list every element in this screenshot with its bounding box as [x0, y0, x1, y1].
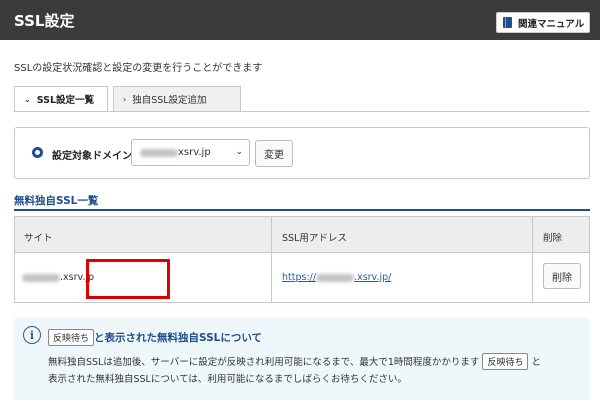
info-text: 無料独自SSLは追加後、サーバーに設定が反映され利用可能になるまで、最大で1時間… [48, 357, 480, 368]
info-text: と [531, 357, 542, 368]
redacted-text [140, 148, 178, 157]
column-header-site: サイト [24, 233, 53, 244]
page-description: SSLの設定状況確認と設定の変更を行うことができます [14, 63, 263, 74]
info-title-text: と表示された無料独自SSLについて [94, 332, 263, 344]
tab-add-ssl[interactable]: › 独自SSL設定追加 [113, 86, 241, 112]
domain-label: 設定対象ドメイン [52, 151, 132, 162]
column-header-delete: 削除 [543, 233, 563, 244]
info-icon: i [23, 326, 41, 344]
column-divider [271, 217, 272, 302]
info-text-line2: 表示された無料独自SSLについては、利用可能になるまでしばらくお待ちください。 [48, 374, 407, 385]
section-divider [14, 209, 590, 211]
tab-add-ssl-label: 独自SSL設定追加 [132, 95, 207, 106]
change-button[interactable]: 変更 [255, 140, 293, 167]
related-manual-label: 関連マニュアル [518, 18, 585, 30]
info-text-line1: 無料独自SSLは追加後、サーバーに設定が反映され利用可能になるまで、最大で1時間… [48, 353, 541, 370]
ssl-url-suffix[interactable]: .xsrv.jp/ [354, 272, 391, 283]
info-panel: i 反映待ち と表示された無料独自SSLについて 無料独自SSLは追加後、サーバー… [14, 318, 590, 400]
chevron-down-icon: ⌄ [24, 94, 31, 104]
ssl-table: サイト SSL用アドレス 削除 .xsrv.jp https:// .xsrv.j… [14, 216, 590, 303]
domain-selector-panel: 設定対象ドメイン xsrv.jp ⌄ 変更 [14, 127, 590, 179]
tab-ssl-list-label: SSL設定一覧 [36, 95, 95, 106]
domain-select-value: xsrv.jp [178, 147, 211, 158]
domain-radio[interactable] [32, 147, 43, 158]
table-row-site: .xsrv.jp [22, 272, 94, 283]
chevron-down-icon: ⌄ [235, 147, 243, 157]
ssl-address-link[interactable]: https:// .xsrv.jp/ [282, 272, 391, 283]
tab-ssl-list[interactable]: ⌄ SSL設定一覧 [14, 86, 108, 112]
ssl-url-prefix[interactable]: https:// [282, 272, 316, 283]
table-header: サイト SSL用アドレス 削除 [15, 217, 589, 253]
related-manual-button[interactable]: 関連マニュアル [496, 12, 590, 33]
delete-button[interactable]: 削除 [543, 263, 581, 289]
highlight-box [86, 259, 170, 299]
tab-divider [14, 111, 590, 112]
page-header: SSL設定 関連マニュアル [0, 0, 600, 40]
domain-select[interactable]: xsrv.jp ⌄ [131, 139, 250, 166]
section-title: 無料独自SSL一覧 [14, 195, 99, 207]
page-title: SSL設定 [14, 12, 75, 30]
status-badge: 反映待ち [482, 353, 529, 370]
redacted-text [316, 273, 355, 282]
column-divider [532, 217, 533, 302]
column-header-ssl-address: SSL用アドレス [282, 233, 347, 244]
redacted-text [22, 273, 60, 282]
status-badge: 反映待ち [48, 329, 95, 346]
chevron-right-icon: › [123, 94, 127, 104]
book-icon [503, 17, 512, 28]
info-title: 反映待ち と表示された無料独自SSLについて [48, 329, 262, 346]
